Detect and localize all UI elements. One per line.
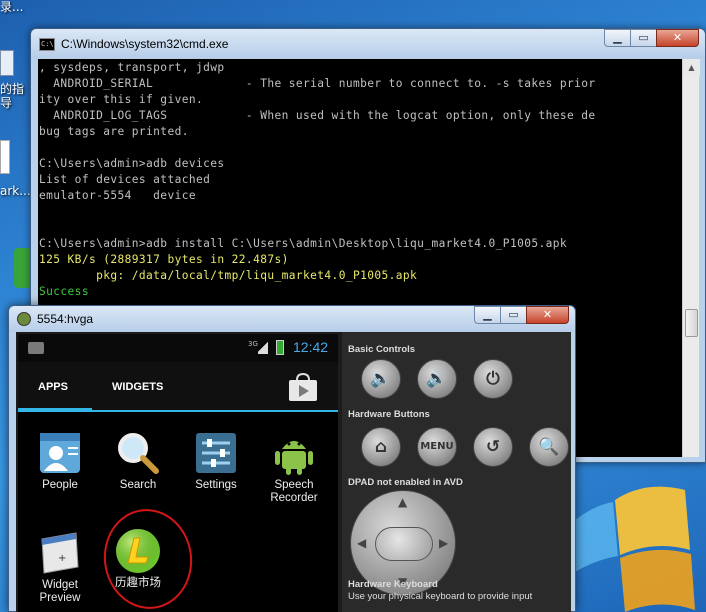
android-emulator-icon: [17, 312, 31, 326]
app-label-settings: Settings: [195, 479, 237, 491]
cmd-output-line: ANDROID_LOG_TAGS - When used with the lo…: [39, 109, 596, 122]
app-label-widget-preview: Widget Preview: [39, 579, 81, 604]
app-label-speech-recorder: Speech Recorder: [270, 479, 318, 504]
menu-button[interactable]: MENU: [417, 427, 457, 467]
cmd-output-line: List of devices attached: [39, 173, 211, 186]
home-button[interactable]: ⌂: [361, 427, 401, 467]
desktop-document-icon[interactable]: [0, 50, 14, 76]
tab-widgets[interactable]: WIDGETS: [112, 381, 163, 393]
basic-controls-title: Basic Controls: [348, 344, 416, 355]
scroll-thumb[interactable]: [685, 309, 698, 337]
hardware-keyboard-title: Hardware Keyboard: [348, 579, 438, 590]
app-speech-recorder[interactable]: Speech Recorder: [257, 429, 331, 505]
cmd-title-bar[interactable]: C:\ C:\Windows\system32\cmd.exe ▁ ▭ ✕: [31, 29, 705, 59]
app-widget-preview[interactable]: + Widget Preview: [23, 529, 97, 605]
volume-up-button[interactable]: 🔊: [417, 359, 457, 399]
volume-down-button[interactable]: 🔈: [361, 359, 401, 399]
emulator-body: 3G 12:42 APPS WIDGETS People Search Sett…: [16, 332, 571, 612]
play-store-icon[interactable]: [286, 372, 320, 402]
cmd-output-line: 125 KB/s (2889317 bytes in 22.487s): [39, 253, 289, 266]
hardware-keyboard-note: Use your physical keyboard to provide in…: [348, 591, 533, 602]
cmd-output-line: ity over this if given.: [39, 93, 204, 106]
cmd-close-button[interactable]: ✕: [656, 29, 699, 47]
dpad-left-icon: ◀: [357, 536, 367, 550]
back-icon: ↺: [485, 437, 501, 457]
search-key-icon: 🔍: [538, 437, 560, 457]
cmd-output-line: C:\Users\admin>adb devices: [39, 157, 225, 170]
people-icon: [36, 429, 84, 477]
emulator-title-bar[interactable]: 5554:hvga ▁ ▭ ✕: [9, 306, 575, 332]
widget-preview-icon: +: [36, 529, 84, 577]
emulator-minimize-button[interactable]: ▁: [474, 306, 501, 324]
tab-apps-indicator: [18, 408, 92, 412]
desktop-label-mid: 的指 导: [0, 82, 25, 110]
network-type: 3G: [248, 340, 258, 348]
cmd-output-line: C:\Users\admin>adb install C:\Users\admi…: [39, 237, 568, 250]
status-time: 12:42: [293, 339, 329, 355]
cmd-output-line: pkg: /data/local/tmp/liqu_market4.0_P100…: [39, 269, 418, 282]
emulator-controls-panel: Basic Controls 🔈 🔊 ⏻ Hardware Buttons ⌂ …: [342, 332, 571, 612]
signal-icon: [258, 340, 268, 354]
app-search[interactable]: Search: [101, 429, 175, 492]
cmd-output-line: ANDROID_SERIAL - The serial number to co…: [39, 77, 596, 90]
search-key-button[interactable]: 🔍: [529, 427, 569, 467]
app-settings[interactable]: Settings: [179, 429, 253, 492]
desktop-label-top: 录...: [0, 0, 24, 14]
cmd-maximize-button[interactable]: ▭: [630, 29, 657, 47]
cmd-title: C:\Windows\system32\cmd.exe: [61, 37, 229, 51]
volume-down-icon: 🔈: [370, 369, 392, 389]
android-status-bar: 3G 12:42: [18, 334, 338, 362]
cmd-output-line: , sysdeps, transport, jdwp: [39, 61, 225, 74]
tab-apps[interactable]: APPS: [38, 381, 68, 393]
app-people[interactable]: People: [23, 429, 97, 492]
android-robot-icon: [270, 429, 318, 477]
dpad-status: DPAD not enabled in AVD: [348, 477, 463, 488]
svg-text:+: +: [58, 553, 66, 564]
search-icon: [114, 429, 162, 477]
windows-wallpaper-logo: [575, 460, 706, 612]
android-screen[interactable]: 3G 12:42 APPS WIDGETS People Search Sett…: [18, 334, 338, 612]
dpad-center-button[interactable]: [375, 527, 433, 561]
launcher-tabs: APPS WIDGETS: [18, 362, 338, 412]
emulator-maximize-button[interactable]: ▭: [500, 306, 527, 324]
app-label-people: People: [42, 479, 78, 491]
app-label-search: Search: [119, 479, 157, 491]
cmd-scrollbar[interactable]: ▲: [682, 59, 700, 457]
emulator-close-button[interactable]: ✕: [526, 306, 569, 324]
cmd-output-line: bug tags are printed.: [39, 125, 189, 138]
red-annotation-circle: [97, 503, 199, 612]
power-button[interactable]: ⏻: [473, 359, 513, 399]
menu-button-label: MENU: [420, 441, 454, 452]
volume-up-icon: 🔊: [426, 369, 448, 389]
desktop-file-icon[interactable]: [0, 140, 10, 174]
dpad-right-icon: ▶: [439, 536, 449, 550]
cmd-icon: C:\: [39, 38, 55, 51]
hardware-buttons-title: Hardware Buttons: [348, 409, 430, 420]
cmd-output-line: Success: [39, 285, 89, 298]
back-button[interactable]: ↺: [473, 427, 513, 467]
dpad-up-icon: ▲: [398, 495, 408, 509]
emulator-title: 5554:hvga: [37, 312, 94, 326]
scroll-up-icon[interactable]: ▲: [683, 59, 700, 76]
power-icon: ⏻: [486, 369, 500, 389]
cmd-minimize-button[interactable]: ▁: [604, 29, 631, 47]
battery-icon: [276, 340, 284, 355]
notification-chat-icon: [28, 342, 44, 354]
desktop-label-ark: ark...: [0, 184, 31, 198]
emulator-window[interactable]: 5554:hvga ▁ ▭ ✕ 3G 12:42 APPS WIDGETS Pe…: [8, 305, 576, 612]
home-icon: ⌂: [374, 437, 388, 457]
settings-icon: [192, 429, 240, 477]
cmd-output-line: emulator-5554 device: [39, 189, 196, 202]
